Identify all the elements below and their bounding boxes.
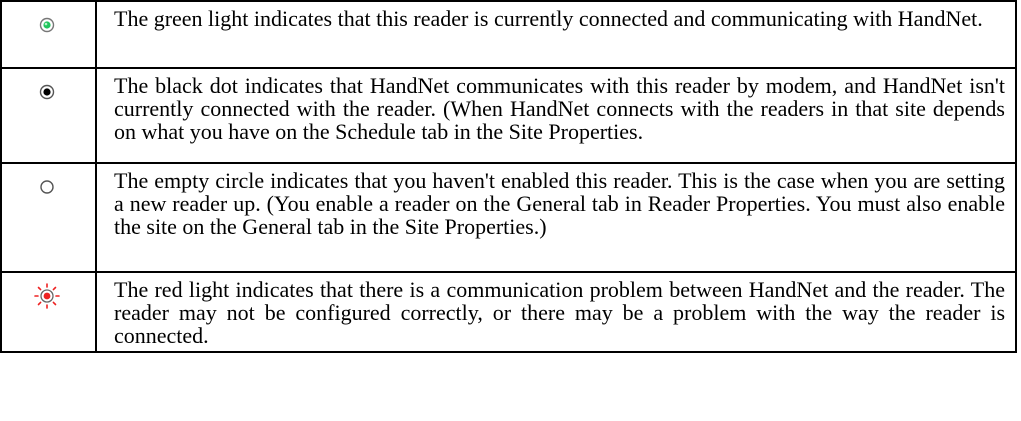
icon-cell <box>0 67 97 164</box>
legend-description: The empty circle indicates that you have… <box>95 162 1017 273</box>
legend-description: The black dot indicates that HandNet com… <box>95 67 1017 164</box>
status-legend-table: The green light indicates that this read… <box>0 0 1017 353</box>
icon-cell <box>0 271 97 353</box>
green-light-icon <box>39 17 55 33</box>
empty-circle-icon <box>40 180 54 194</box>
icon-cell <box>0 162 97 273</box>
legend-description: The green light indicates that this read… <box>95 0 1017 69</box>
legend-row-red: The red light indicates that there is a … <box>0 271 1017 353</box>
legend-row-green: The green light indicates that this read… <box>0 0 1017 69</box>
icon-cell <box>0 0 97 69</box>
legend-row-black: The black dot indicates that HandNet com… <box>0 67 1017 164</box>
legend-description: The red light indicates that there is a … <box>95 271 1017 353</box>
legend-row-empty: The empty circle indicates that you have… <box>0 162 1017 273</box>
black-dot-icon <box>39 84 55 100</box>
red-light-icon <box>34 283 60 309</box>
